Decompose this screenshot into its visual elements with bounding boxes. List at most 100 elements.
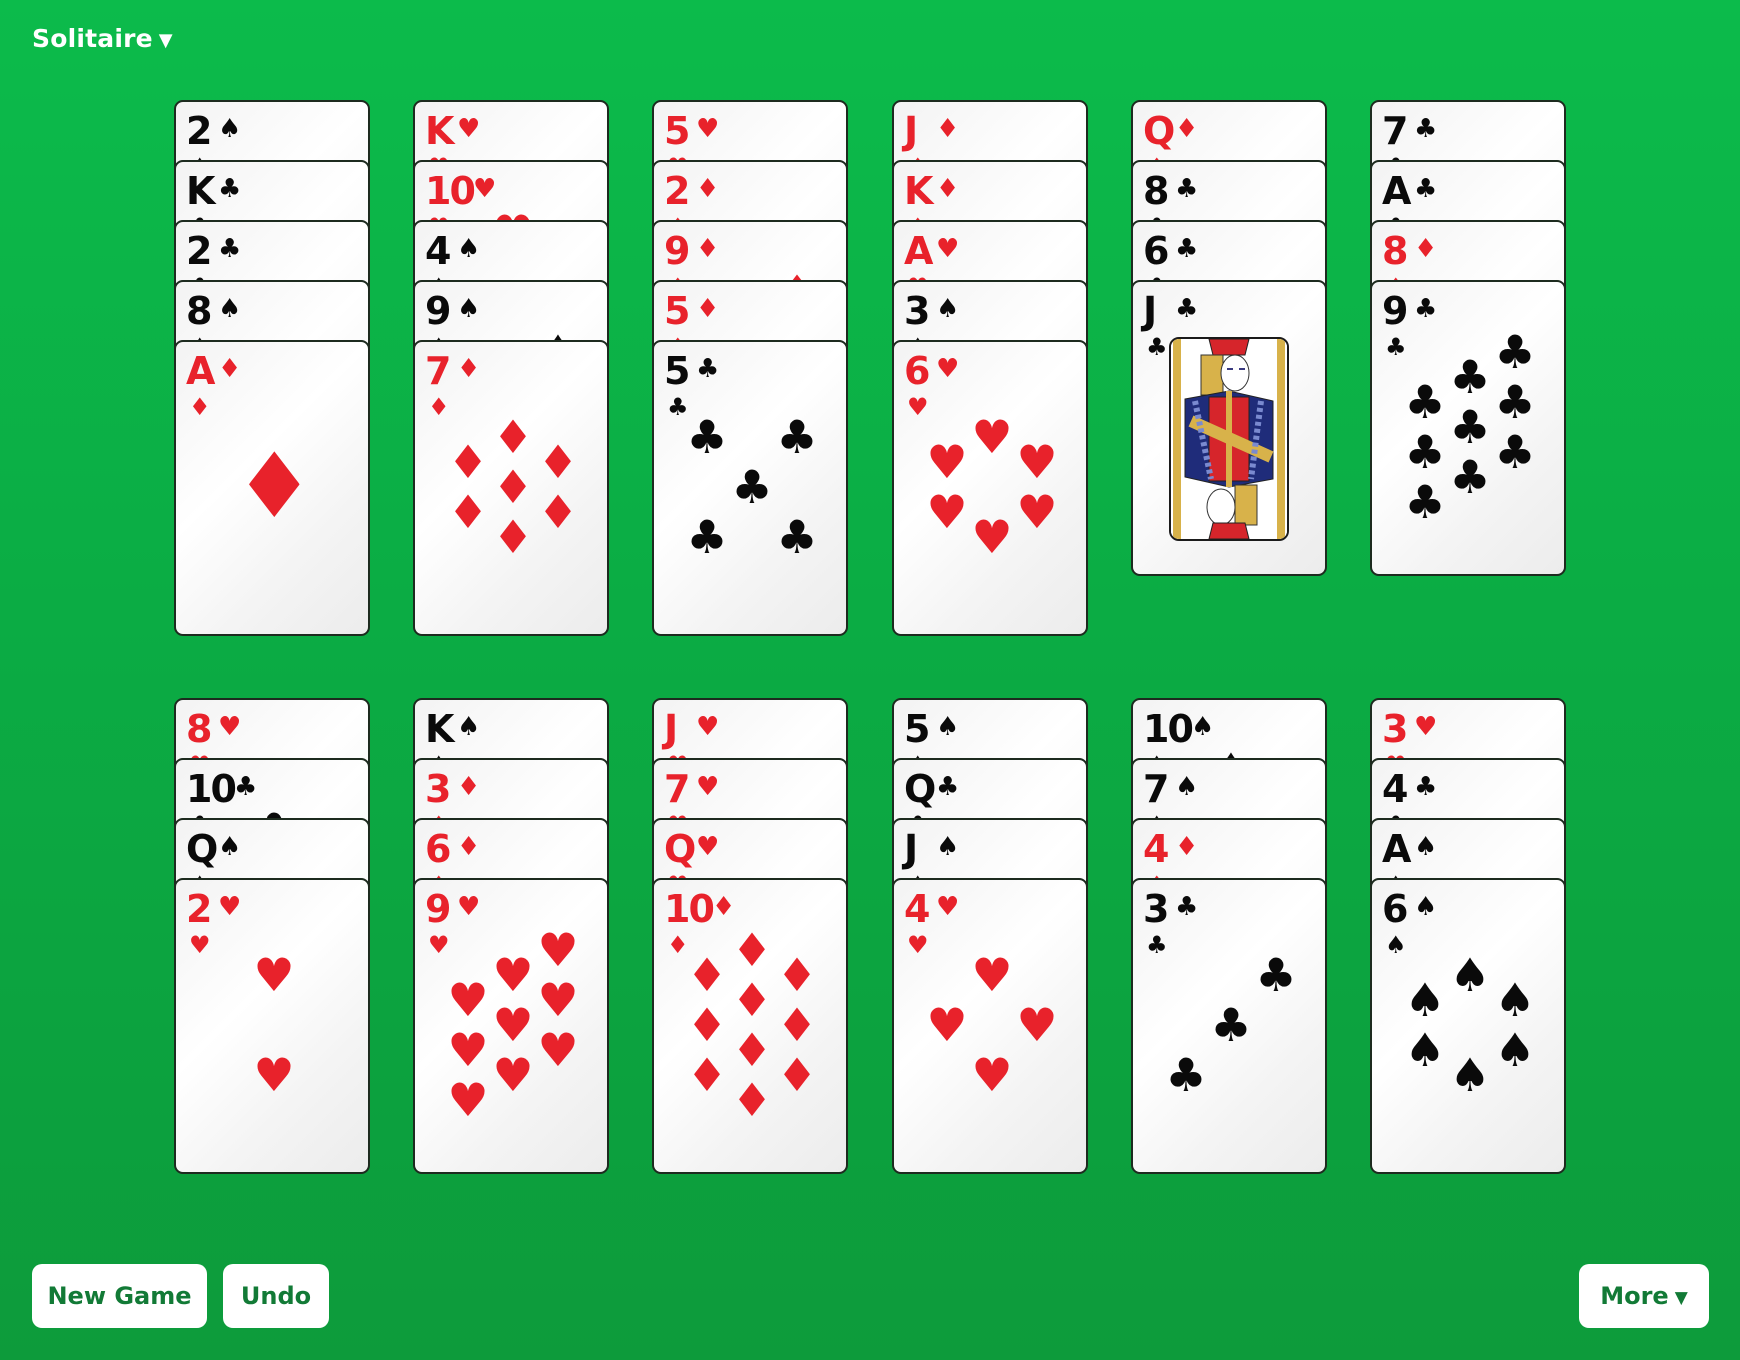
playing-card[interactable]: 3 ♣ ♣ ♣ ♣ ♣ <box>1131 878 1327 1174</box>
heart-icon: ♥ <box>492 948 534 1002</box>
spade-icon: ♠ <box>1175 772 1199 802</box>
spade-icon: ♠ <box>218 294 242 324</box>
diamond-icon: ♦ <box>696 234 720 264</box>
diamond-icon: ♦ <box>457 832 481 862</box>
spade-icon: ♠ <box>1191 712 1215 742</box>
card-rank: J <box>904 827 918 871</box>
playing-card[interactable]: 9 ♣ ♣ ♣ ♣ ♣ ♣ ♣ ♣ ♣ ♣ ♣ <box>1370 280 1566 576</box>
card-rank: Q <box>664 827 696 871</box>
club-icon: ♣ <box>696 354 720 384</box>
jack-figure-icon <box>1171 339 1287 539</box>
diamond-icon: ♦ <box>696 174 720 204</box>
chevron-down-icon: ▼ <box>1674 1288 1688 1308</box>
heart-icon: ♥ <box>447 1023 489 1077</box>
card-rank: J <box>904 109 918 153</box>
card-rank: A <box>1382 169 1411 213</box>
card-rank: 2 <box>186 109 212 153</box>
card-rank: 3 <box>1382 707 1408 751</box>
playing-card[interactable]: 6 ♥ ♥ ♥ ♥ ♥ ♥ ♥ ♥ <box>892 340 1088 636</box>
jack-face-artwork <box>1169 337 1289 541</box>
playing-card[interactable]: A ♦ ♦ ♦ <box>174 340 370 636</box>
playing-card[interactable]: 5 ♣ ♣ ♣ ♣ ♣ ♣ ♣ <box>652 340 848 636</box>
card-rank: Q <box>904 767 936 811</box>
club-icon: ♣ <box>1165 1048 1207 1102</box>
heart-icon: ♥ <box>218 892 242 922</box>
playing-card[interactable]: 6 ♠ ♠ ♠ ♠ ♠ ♠ ♠ ♠ <box>1370 878 1566 1174</box>
more-menu-button[interactable]: More ▼ <box>1579 1264 1709 1328</box>
diamond-icon: ♦ <box>492 410 534 464</box>
card-rank: 5 <box>904 707 930 751</box>
heart-icon: ♥ <box>936 354 960 384</box>
card-rank: 6 <box>904 349 930 393</box>
diamond-icon: ♦ <box>686 948 728 1002</box>
heart-icon: ♥ <box>1016 435 1058 489</box>
diamond-icon: ♦ <box>731 973 773 1027</box>
playing-card[interactable]: 2 ♥ ♥ ♥ ♥ <box>174 878 370 1174</box>
heart-icon: ♥ <box>1016 485 1058 539</box>
heart-icon: ♥ <box>1414 712 1438 742</box>
card-rank: 8 <box>1143 169 1169 213</box>
diamond-icon: ♦ <box>537 485 579 539</box>
heart-icon: ♥ <box>492 1048 534 1102</box>
playing-card[interactable]: 4 ♥ ♥ ♥ ♥ ♥ ♥ <box>892 878 1088 1174</box>
heart-icon: ♥ <box>457 114 481 144</box>
club-icon: ♣ <box>1414 294 1438 324</box>
diamond-icon: ♦ <box>1414 234 1438 264</box>
card-rank: 5 <box>664 289 690 333</box>
card-rank: 7 <box>1143 767 1169 811</box>
heart-icon: ♥ <box>447 973 489 1027</box>
club-icon: ♣ <box>1414 174 1438 204</box>
club-icon: ♣ <box>776 410 818 464</box>
diamond-icon: ♦ <box>686 1048 728 1102</box>
card-rank: 3 <box>904 289 930 333</box>
heart-icon: ♥ <box>907 931 929 959</box>
club-icon: ♣ <box>1449 350 1491 404</box>
heart-icon: ♥ <box>696 712 720 742</box>
card-rank: 6 <box>1382 887 1408 931</box>
diamond-icon: ♦ <box>936 114 960 144</box>
club-icon: ♣ <box>1494 425 1536 479</box>
spade-icon: ♠ <box>936 832 960 862</box>
heart-icon: ♥ <box>457 892 481 922</box>
card-rank: K <box>186 169 215 213</box>
heart-icon: ♥ <box>253 948 295 1002</box>
spade-icon: ♠ <box>1449 948 1491 1002</box>
club-icon: ♣ <box>731 460 773 514</box>
heart-icon: ♥ <box>926 998 968 1052</box>
card-rank: 9 <box>664 229 690 273</box>
card-rank: K <box>425 109 454 153</box>
card-rank: 7 <box>425 349 451 393</box>
new-game-button[interactable]: New Game <box>32 1264 207 1328</box>
spade-icon: ♠ <box>1385 931 1407 959</box>
card-rank: 7 <box>1382 109 1408 153</box>
card-rank: 8 <box>1382 229 1408 273</box>
diamond-icon: ♦ <box>189 393 211 421</box>
playing-card[interactable]: 10 ♦ ♦ ♦ ♦ ♦ ♦ ♦ ♦ ♦ ♦ ♦ ♦ <box>652 878 848 1174</box>
card-rank: 7 <box>664 767 690 811</box>
diamond-icon: ♦ <box>457 354 481 384</box>
playing-card[interactable]: J ♣ ♣ <box>1131 280 1327 576</box>
spade-icon: ♠ <box>1404 1023 1446 1077</box>
diamond-icon: ♦ <box>776 1048 818 1102</box>
heart-icon: ♥ <box>492 998 534 1052</box>
heart-icon: ♥ <box>428 931 450 959</box>
heart-icon: ♥ <box>537 1023 579 1077</box>
playing-card[interactable]: 7 ♦ ♦ ♦ ♦ ♦ ♦ ♦ ♦ ♦ <box>413 340 609 636</box>
club-icon: ♣ <box>936 772 960 802</box>
heart-icon: ♥ <box>971 948 1013 1002</box>
spade-icon: ♠ <box>457 294 481 324</box>
playing-card[interactable]: 9 ♥ ♥ ♥ ♥ ♥ ♥ ♥ ♥ ♥ ♥ ♥ <box>413 878 609 1174</box>
diamond-icon: ♦ <box>712 892 736 922</box>
heart-icon: ♥ <box>926 485 968 539</box>
card-rank: 2 <box>186 229 212 273</box>
diamond-icon: ♦ <box>696 294 720 324</box>
diamond-icon: ♦ <box>686 998 728 1052</box>
heart-icon: ♥ <box>971 510 1013 564</box>
club-icon: ♣ <box>1385 333 1407 361</box>
spade-icon: ♠ <box>936 712 960 742</box>
club-icon: ♣ <box>1175 174 1199 204</box>
diamond-icon: ♦ <box>731 1073 773 1127</box>
spade-icon: ♠ <box>457 234 481 264</box>
undo-button[interactable]: Undo <box>223 1264 329 1328</box>
diamond-icon: ♦ <box>447 485 489 539</box>
